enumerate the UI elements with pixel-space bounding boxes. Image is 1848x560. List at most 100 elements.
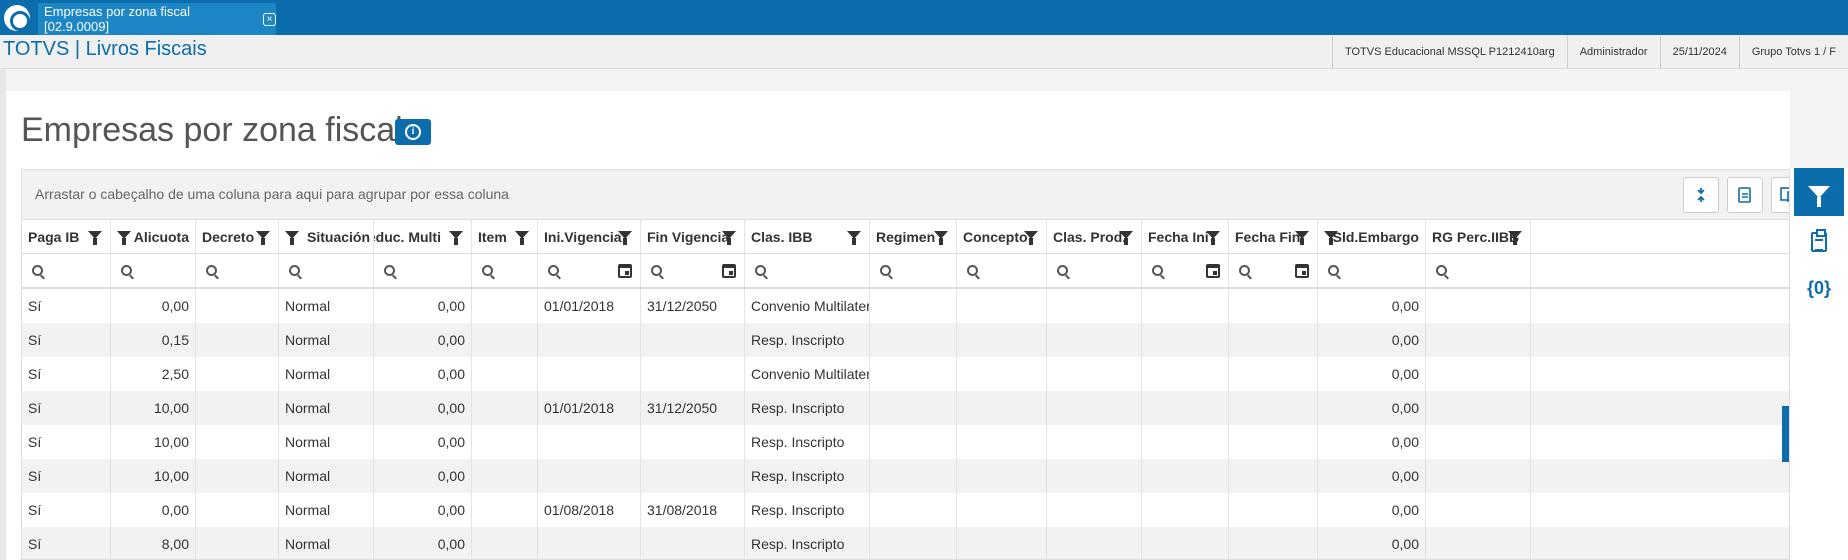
cell-fecha-ini[interactable] [1142,493,1229,527]
cell-fecha-ini[interactable] [1142,459,1229,493]
cell-ini-vigencia[interactable]: 01/01/2018 [538,391,641,425]
cell-situacion[interactable]: Normal [279,357,374,391]
column-filter-icon[interactable] [722,231,736,245]
cell-concepto[interactable] [957,459,1047,493]
cell-decreto[interactable] [196,527,279,559]
filter-input-paga-ib[interactable] [22,254,111,287]
column-filter-icon[interactable] [1508,231,1522,245]
column-header-paga-ib[interactable]: Paga IB [22,220,111,253]
cell-regimen[interactable] [870,289,957,323]
cell-paga-ib[interactable]: Sí [22,391,111,425]
cell-fecha-fin[interactable] [1229,323,1318,357]
filter-input-fin-vigencia[interactable] [641,254,745,287]
cell-fecha-ini[interactable] [1142,323,1229,357]
cell-paga-ib[interactable]: Sí [22,323,111,357]
filter-input-item[interactable] [472,254,538,287]
column-filter-icon[interactable] [847,231,861,245]
calendar-icon[interactable] [1206,264,1220,278]
cell-regimen[interactable] [870,459,957,493]
cell-rg-perc-iibb[interactable] [1426,527,1531,559]
cell-decreto[interactable] [196,459,279,493]
column-filter-icon[interactable] [1295,231,1309,245]
cell-situacion[interactable]: Normal [279,289,374,323]
cell-decreto[interactable] [196,493,279,527]
cell-reduc-multi[interactable]: 0,00 [374,323,472,357]
cell-paga-ib[interactable]: Sí [22,493,111,527]
cell-concepto[interactable] [957,527,1047,559]
cell-clas-ibb[interactable]: Resp. Inscripto [745,323,870,357]
cell-fecha-ini[interactable] [1142,357,1229,391]
cell-alicuota[interactable]: 0,00 [111,493,196,527]
cell-decreto[interactable] [196,357,279,391]
cell-situacion[interactable]: Normal [279,493,374,527]
column-header-reduc-multi[interactable]: Reduc. Multi [374,220,472,253]
cell-clas-prod[interactable] [1047,323,1142,357]
cell-rg-perc-iibb[interactable] [1426,289,1531,323]
table-row[interactable]: Sí 10,00 Normal 0,00 01/01/2018 31/12/2050 Res… [22,391,1789,425]
cell-alicuota[interactable]: 8,00 [111,527,196,559]
column-chooser-button[interactable] [1771,177,1789,213]
column-filter-icon[interactable] [117,231,131,245]
filter-input-regimen[interactable] [870,254,957,287]
column-header-clas-ibb[interactable]: Clas. IBB [745,220,870,253]
column-header-regimen[interactable]: Regimen [870,220,957,253]
column-filter-icon[interactable] [515,231,529,245]
cell-situacion[interactable]: Normal [279,425,374,459]
cell-sld-embargo[interactable]: 0,00 [1318,425,1426,459]
filter-input-fecha-ini[interactable] [1142,254,1229,287]
cell-fecha-ini[interactable] [1142,289,1229,323]
cell-reduc-multi[interactable]: 0,00 [374,493,472,527]
info-button[interactable]: i [395,119,431,145]
cell-ini-vigencia[interactable] [538,357,641,391]
filter-input-rg-perc-iibb[interactable] [1426,254,1531,287]
cell-rg-perc-iibb[interactable] [1426,357,1531,391]
cell-fecha-ini[interactable] [1142,391,1229,425]
cell-fecha-fin[interactable] [1229,357,1318,391]
cell-rg-perc-iibb[interactable] [1426,493,1531,527]
cell-paga-ib[interactable]: Sí [22,527,111,559]
cell-reduc-multi[interactable]: 0,00 [374,391,472,425]
cell-fin-vigencia[interactable]: 31/12/2050 [641,289,745,323]
filter-input-situacion[interactable] [279,254,374,287]
cell-item[interactable] [472,357,538,391]
cell-reduc-multi[interactable]: 0,00 [374,357,472,391]
cell-situacion[interactable]: Normal [279,459,374,493]
table-row[interactable]: Sí 0,00 Normal 0,00 01/08/2018 31/08/2018 Resp… [22,493,1789,527]
filter-panel-button[interactable] [1794,168,1844,216]
column-filter-icon[interactable] [88,231,102,245]
column-header-clas-prod[interactable]: Clas. Prod. [1047,220,1142,253]
column-header-rg-perc-iibb[interactable]: RG Perc.IIBB [1426,220,1531,253]
column-filter-icon[interactable] [934,231,948,245]
cell-regimen[interactable] [870,357,957,391]
cell-decreto[interactable] [196,425,279,459]
cell-fin-vigencia[interactable] [641,323,745,357]
column-header-fin-vigencia[interactable]: Fin Vigencia [641,220,745,253]
column-header-item[interactable]: Item [472,220,538,253]
cell-clas-ibb[interactable]: Convenio Multilateral [745,289,870,323]
cell-concepto[interactable] [957,391,1047,425]
cell-sld-embargo[interactable]: 0,00 [1318,459,1426,493]
group-panel[interactable]: Arrastar o cabeçalho de uma coluna para … [22,170,1789,220]
cell-item[interactable] [472,323,538,357]
cell-rg-perc-iibb[interactable] [1426,391,1531,425]
column-header-situacion[interactable]: Situación [279,220,374,253]
cell-fecha-fin[interactable] [1229,493,1318,527]
cell-fecha-fin[interactable] [1229,459,1318,493]
cell-reduc-multi[interactable]: 0,00 [374,289,472,323]
calendar-icon[interactable] [618,264,632,278]
column-header-fecha-fin[interactable]: Fecha Fin [1229,220,1318,253]
cell-concepto[interactable] [957,323,1047,357]
vertical-scrollbar[interactable] [1782,406,1789,462]
cell-fin-vigencia[interactable] [641,357,745,391]
cell-concepto[interactable] [957,357,1047,391]
cell-rg-perc-iibb[interactable] [1426,425,1531,459]
cell-clas-ibb[interactable]: Convenio Multilateral [745,357,870,391]
cell-fin-vigencia[interactable] [641,527,745,559]
cell-item[interactable] [472,493,538,527]
cell-ini-vigencia[interactable] [538,425,641,459]
variables-button[interactable]: {0} [1794,268,1844,308]
cell-regimen[interactable] [870,391,957,425]
column-header-fecha-ini[interactable]: Fecha Ini [1142,220,1229,253]
cell-reduc-multi[interactable]: 0,00 [374,459,472,493]
filter-input-ini-vigencia[interactable] [538,254,641,287]
